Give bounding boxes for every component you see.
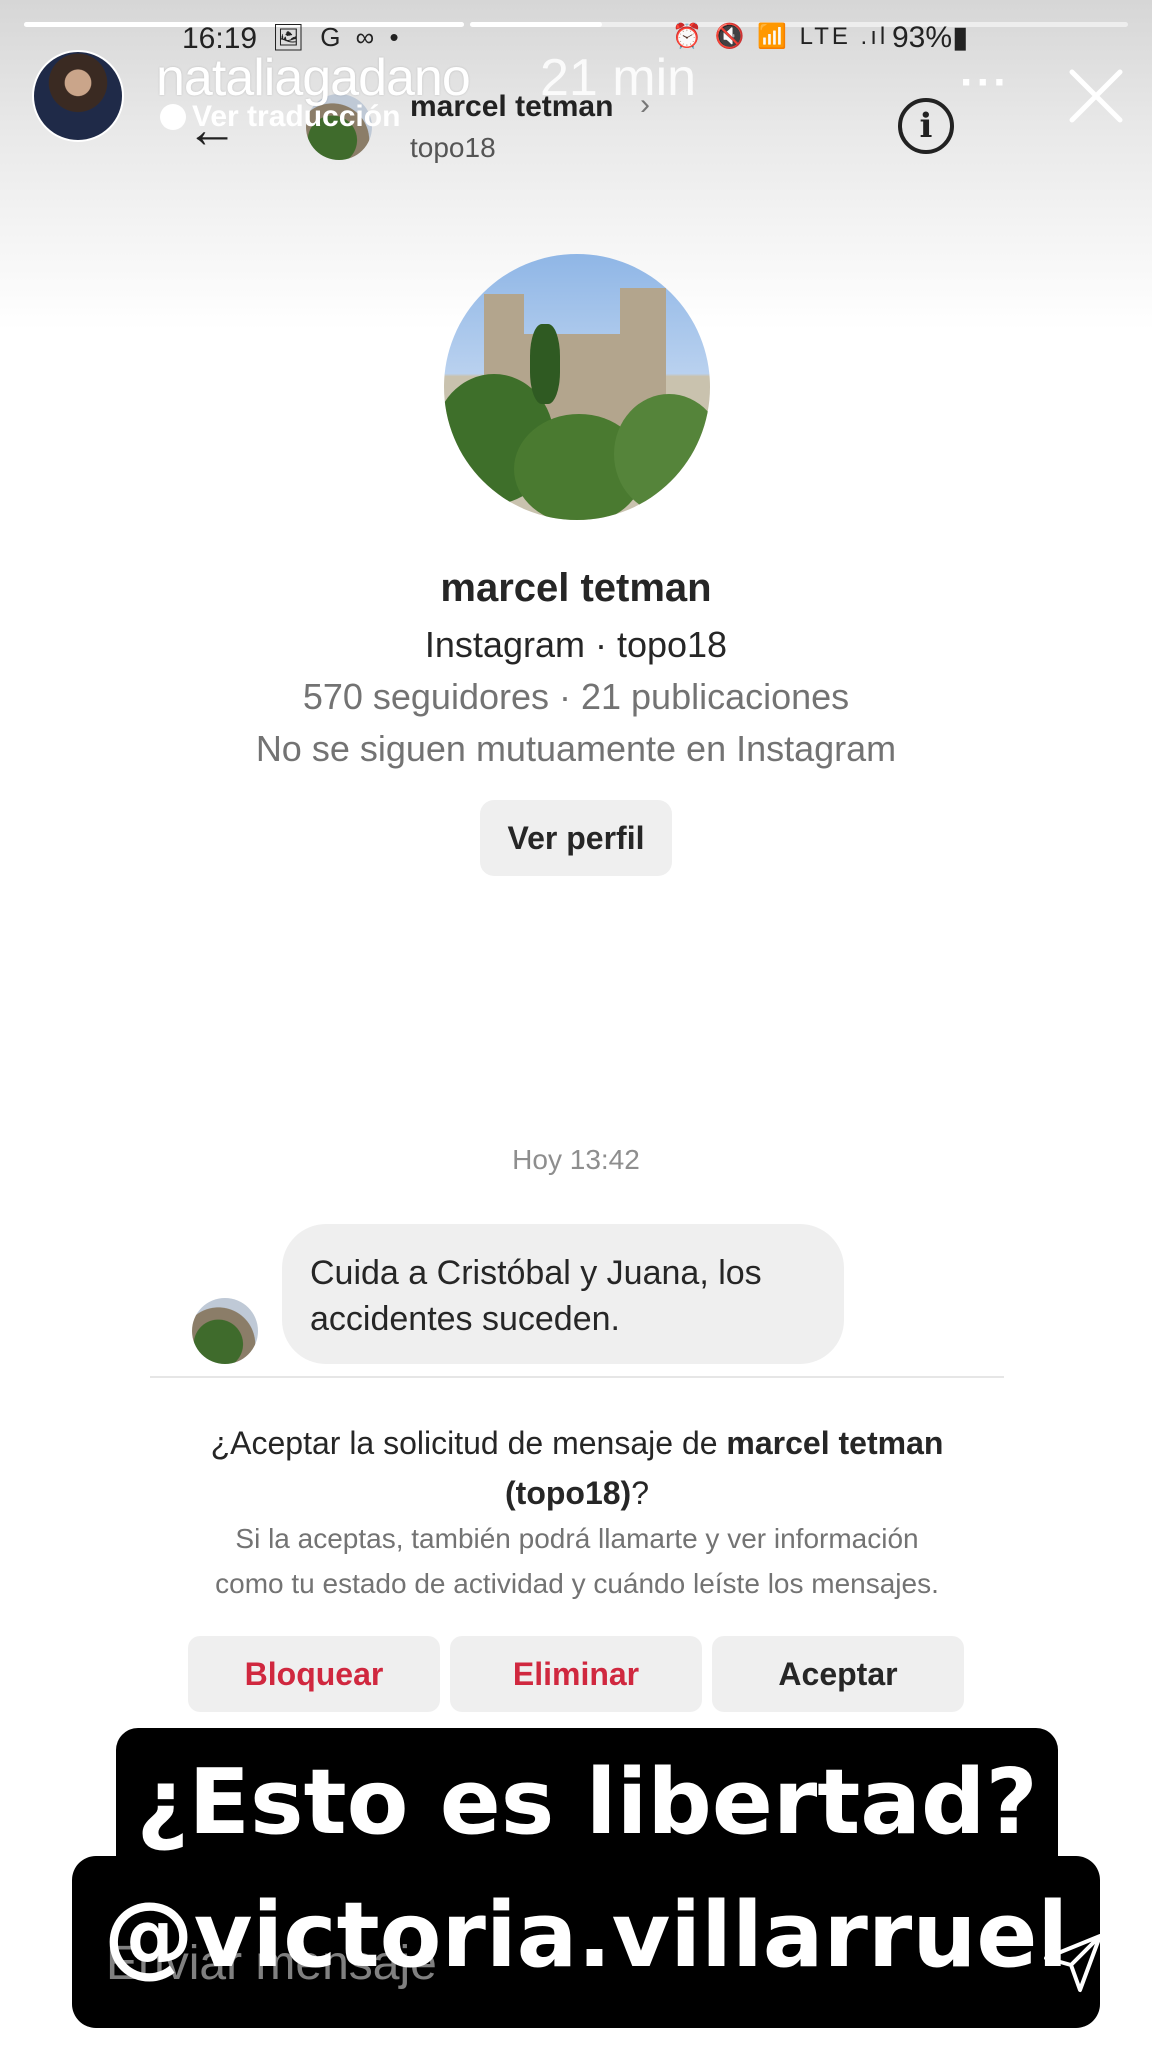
request-description: Si la aceptas, también podrá llamarte y … bbox=[150, 1516, 1004, 1606]
message-text-line-2: accidentes suceden. bbox=[310, 1300, 620, 1338]
reply-placeholder-overlay: Enviar mensaje bbox=[106, 1937, 437, 1990]
send-icon-overlay bbox=[1044, 1934, 1102, 1992]
request-description-line-2: como tu estado de actividad y cuándo leí… bbox=[215, 1568, 939, 1599]
battery-level: 93%▮ bbox=[892, 21, 969, 54]
profile-pic-tree-4 bbox=[530, 324, 560, 404]
request-title-suffix: ? bbox=[631, 1475, 649, 1511]
request-title-handle: (topo18) bbox=[505, 1475, 632, 1511]
more-options-icon[interactable]: ··· bbox=[960, 58, 1010, 108]
accept-button[interactable]: Aceptar bbox=[712, 1636, 964, 1712]
profile-name: marcel tetman bbox=[440, 566, 712, 610]
see-translation-link[interactable]: Ver traducción bbox=[160, 100, 400, 134]
message-text-line-1: Cuida a Cristóbal y Juana, los bbox=[310, 1254, 762, 1292]
message-bubble[interactable]: Cuida a Cristóbal y Juana, los accidente… bbox=[282, 1224, 844, 1364]
dm-header-handle: topo18 bbox=[410, 132, 496, 163]
block-button[interactable]: Bloquear bbox=[188, 1636, 440, 1712]
request-title: ¿Aceptar la solicitud de mensaje de marc… bbox=[150, 1418, 1004, 1518]
profile-mutual-status: No se siguen mutuamente en Instagram bbox=[255, 728, 897, 769]
message-timestamp: Hoy 13:42 bbox=[512, 1144, 640, 1175]
profile-subtitle: Instagram · topo18 bbox=[424, 624, 728, 665]
info-icon[interactable]: i bbox=[898, 98, 954, 154]
profile-stats: 570 seguidores · 21 publicaciones bbox=[302, 676, 850, 717]
request-title-prefix: ¿Aceptar la solicitud de mensaje de bbox=[210, 1425, 727, 1461]
translate-dot-icon bbox=[160, 104, 186, 130]
view-profile-button[interactable]: Ver perfil bbox=[480, 800, 672, 876]
story-user-avatar[interactable] bbox=[32, 50, 124, 142]
see-translation-label: Ver traducción bbox=[192, 100, 401, 133]
close-icon[interactable] bbox=[1066, 66, 1126, 126]
sender-avatar[interactable] bbox=[192, 1298, 258, 1364]
delete-button[interactable]: Eliminar bbox=[450, 1636, 702, 1712]
request-title-name: marcel tetman bbox=[726, 1425, 944, 1461]
profile-picture[interactable] bbox=[444, 254, 710, 520]
story-username[interactable]: nataliagadano bbox=[156, 48, 471, 108]
story-time-ago: 21 min bbox=[540, 49, 697, 107]
status-right-icons: ⏰ 🔇 📶 LTE .ıl bbox=[672, 23, 889, 50]
divider bbox=[150, 1376, 1004, 1378]
request-description-line-1: Si la aceptas, también podrá llamarte y … bbox=[235, 1523, 919, 1554]
